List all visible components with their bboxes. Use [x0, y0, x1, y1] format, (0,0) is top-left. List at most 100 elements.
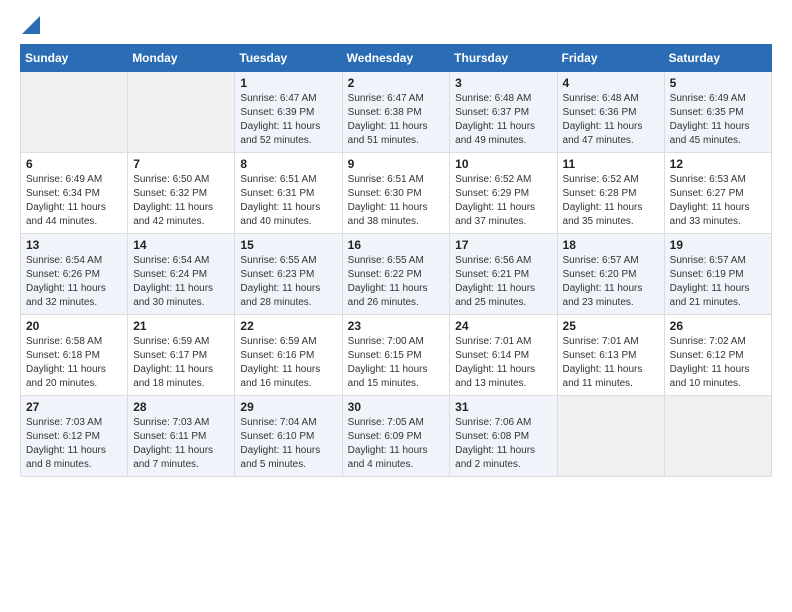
day-cell: 11 Sunrise: 6:52 AMSunset: 6:28 PMDayligh… — [557, 153, 664, 234]
day-info: Sunrise: 6:54 AMSunset: 6:24 PMDaylight:… — [133, 254, 229, 310]
day-number: 22 — [240, 319, 336, 333]
day-cell: 6 Sunrise: 6:49 AMSunset: 6:34 PMDaylight… — [21, 153, 128, 234]
day-cell: 27 Sunrise: 7:03 AMSunset: 6:12 PMDayligh… — [21, 396, 128, 477]
day-info: Sunrise: 7:01 AMSunset: 6:13 PMDaylight:… — [563, 335, 659, 391]
week-row-2: 6 Sunrise: 6:49 AMSunset: 6:34 PMDaylight… — [21, 153, 772, 234]
day-info: Sunrise: 6:51 AMSunset: 6:31 PMDaylight:… — [240, 173, 336, 229]
day-number: 4 — [563, 76, 659, 90]
day-cell: 22 Sunrise: 6:59 AMSunset: 6:16 PMDayligh… — [235, 315, 342, 396]
day-cell: 10 Sunrise: 6:52 AMSunset: 6:29 PMDayligh… — [450, 153, 557, 234]
day-number: 10 — [455, 157, 551, 171]
day-info: Sunrise: 6:49 AMSunset: 6:35 PMDaylight:… — [670, 92, 766, 148]
day-cell: 7Sunrise: 6:50 AMSunset: 6:32 PMDaylight… — [128, 153, 235, 234]
day-cell: 15Sunrise: 6:55 AMSunset: 6:23 PMDayligh… — [235, 234, 342, 315]
day-number: 31 — [455, 400, 551, 414]
day-number: 1 — [240, 76, 336, 90]
day-number: 19 — [670, 238, 766, 252]
day-info: Sunrise: 7:05 AMSunset: 6:09 PMDaylight:… — [348, 416, 445, 472]
day-info: Sunrise: 6:53 AMSunset: 6:27 PMDaylight:… — [670, 173, 766, 229]
day-cell: 18Sunrise: 6:57 AMSunset: 6:20 PMDayligh… — [557, 234, 664, 315]
day-info: Sunrise: 6:47 AMSunset: 6:38 PMDaylight:… — [348, 92, 445, 148]
day-info: Sunrise: 6:48 AMSunset: 6:36 PMDaylight:… — [563, 92, 659, 148]
day-number: 27 — [26, 400, 122, 414]
day-cell: 16Sunrise: 6:55 AMSunset: 6:22 PMDayligh… — [342, 234, 450, 315]
day-header-friday: Friday — [557, 45, 664, 72]
day-number: 29 — [240, 400, 336, 414]
day-info: Sunrise: 6:48 AMSunset: 6:37 PMDaylight:… — [455, 92, 551, 148]
day-info: Sunrise: 6:59 AMSunset: 6:17 PMDaylight:… — [133, 335, 229, 391]
day-cell: 5 Sunrise: 6:49 AMSunset: 6:35 PMDaylight… — [664, 72, 771, 153]
day-info: Sunrise: 6:59 AMSunset: 6:16 PMDaylight:… — [240, 335, 336, 391]
day-number: 5 — [670, 76, 766, 90]
calendar-header-row: SundayMondayTuesdayWednesdayThursdayFrid… — [21, 45, 772, 72]
day-info: Sunrise: 6:52 AMSunset: 6:28 PMDaylight:… — [563, 173, 659, 229]
day-number: 28 — [133, 400, 229, 414]
day-info: Sunrise: 6:54 AMSunset: 6:26 PMDaylight:… — [26, 254, 122, 310]
day-number: 25 — [563, 319, 659, 333]
day-cell: 3 Sunrise: 6:48 AMSunset: 6:37 PMDaylight… — [450, 72, 557, 153]
day-number: 3 — [455, 76, 551, 90]
day-number: 26 — [670, 319, 766, 333]
day-cell — [128, 72, 235, 153]
day-number: 7 — [133, 157, 229, 171]
day-info: Sunrise: 7:02 AMSunset: 6:12 PMDaylight:… — [670, 335, 766, 391]
day-cell: 13Sunrise: 6:54 AMSunset: 6:26 PMDayligh… — [21, 234, 128, 315]
logo-arrow-icon — [22, 16, 40, 34]
day-cell: 31 Sunrise: 7:06 AMSunset: 6:08 PMDayligh… — [450, 396, 557, 477]
day-cell: 21 Sunrise: 6:59 AMSunset: 6:17 PMDayligh… — [128, 315, 235, 396]
day-number: 21 — [133, 319, 229, 333]
day-number: 9 — [348, 157, 445, 171]
week-row-3: 13Sunrise: 6:54 AMSunset: 6:26 PMDayligh… — [21, 234, 772, 315]
logo — [20, 20, 40, 34]
day-info: Sunrise: 7:00 AMSunset: 6:15 PMDaylight:… — [348, 335, 445, 391]
day-cell: 14 Sunrise: 6:54 AMSunset: 6:24 PMDayligh… — [128, 234, 235, 315]
day-cell: 29 Sunrise: 7:04 AMSunset: 6:10 PMDayligh… — [235, 396, 342, 477]
day-number: 6 — [26, 157, 122, 171]
day-cell: 8 Sunrise: 6:51 AMSunset: 6:31 PMDaylight… — [235, 153, 342, 234]
day-header-saturday: Saturday — [664, 45, 771, 72]
day-number: 2 — [348, 76, 445, 90]
day-cell: 30 Sunrise: 7:05 AMSunset: 6:09 PMDayligh… — [342, 396, 450, 477]
day-info: Sunrise: 7:01 AMSunset: 6:14 PMDaylight:… — [455, 335, 551, 391]
day-info: Sunrise: 6:51 AMSunset: 6:30 PMDaylight:… — [348, 173, 445, 229]
day-number: 18 — [563, 238, 659, 252]
day-number: 30 — [348, 400, 445, 414]
day-header-tuesday: Tuesday — [235, 45, 342, 72]
day-cell: 4 Sunrise: 6:48 AMSunset: 6:36 PMDaylight… — [557, 72, 664, 153]
week-row-4: 20 Sunrise: 6:58 AMSunset: 6:18 PMDayligh… — [21, 315, 772, 396]
day-info: Sunrise: 6:49 AMSunset: 6:34 PMDaylight:… — [26, 173, 122, 229]
day-info: Sunrise: 7:06 AMSunset: 6:08 PMDaylight:… — [455, 416, 551, 472]
day-cell: 12Sunrise: 6:53 AMSunset: 6:27 PMDayligh… — [664, 153, 771, 234]
day-info: Sunrise: 6:58 AMSunset: 6:18 PMDaylight:… — [26, 335, 122, 391]
day-info: Sunrise: 6:52 AMSunset: 6:29 PMDaylight:… — [455, 173, 551, 229]
day-cell: 28 Sunrise: 7:03 AMSunset: 6:11 PMDayligh… — [128, 396, 235, 477]
day-info: Sunrise: 7:03 AMSunset: 6:11 PMDaylight:… — [133, 416, 229, 472]
day-info: Sunrise: 6:56 AMSunset: 6:21 PMDaylight:… — [455, 254, 551, 310]
page-header — [20, 20, 772, 34]
day-info: Sunrise: 6:57 AMSunset: 6:19 PMDaylight:… — [670, 254, 766, 310]
calendar-table: SundayMondayTuesdayWednesdayThursdayFrid… — [20, 44, 772, 477]
day-cell: 2 Sunrise: 6:47 AMSunset: 6:38 PMDaylight… — [342, 72, 450, 153]
day-header-thursday: Thursday — [450, 45, 557, 72]
day-cell: 19 Sunrise: 6:57 AMSunset: 6:19 PMDayligh… — [664, 234, 771, 315]
day-number: 20 — [26, 319, 122, 333]
day-header-wednesday: Wednesday — [342, 45, 450, 72]
day-info: Sunrise: 6:55 AMSunset: 6:22 PMDaylight:… — [348, 254, 445, 310]
day-cell: 25 Sunrise: 7:01 AMSunset: 6:13 PMDayligh… — [557, 315, 664, 396]
day-number: 11 — [563, 157, 659, 171]
day-cell: 9 Sunrise: 6:51 AMSunset: 6:30 PMDaylight… — [342, 153, 450, 234]
day-info: Sunrise: 7:04 AMSunset: 6:10 PMDaylight:… — [240, 416, 336, 472]
day-number: 14 — [133, 238, 229, 252]
day-cell: 26 Sunrise: 7:02 AMSunset: 6:12 PMDayligh… — [664, 315, 771, 396]
day-cell — [664, 396, 771, 477]
week-row-5: 27 Sunrise: 7:03 AMSunset: 6:12 PMDayligh… — [21, 396, 772, 477]
day-cell: 23Sunrise: 7:00 AMSunset: 6:15 PMDayligh… — [342, 315, 450, 396]
day-number: 24 — [455, 319, 551, 333]
day-number: 17 — [455, 238, 551, 252]
day-info: Sunrise: 7:03 AMSunset: 6:12 PMDaylight:… — [26, 416, 122, 472]
day-cell — [21, 72, 128, 153]
day-cell: 17 Sunrise: 6:56 AMSunset: 6:21 PMDayligh… — [450, 234, 557, 315]
day-number: 15 — [240, 238, 336, 252]
day-cell — [557, 396, 664, 477]
day-number: 8 — [240, 157, 336, 171]
